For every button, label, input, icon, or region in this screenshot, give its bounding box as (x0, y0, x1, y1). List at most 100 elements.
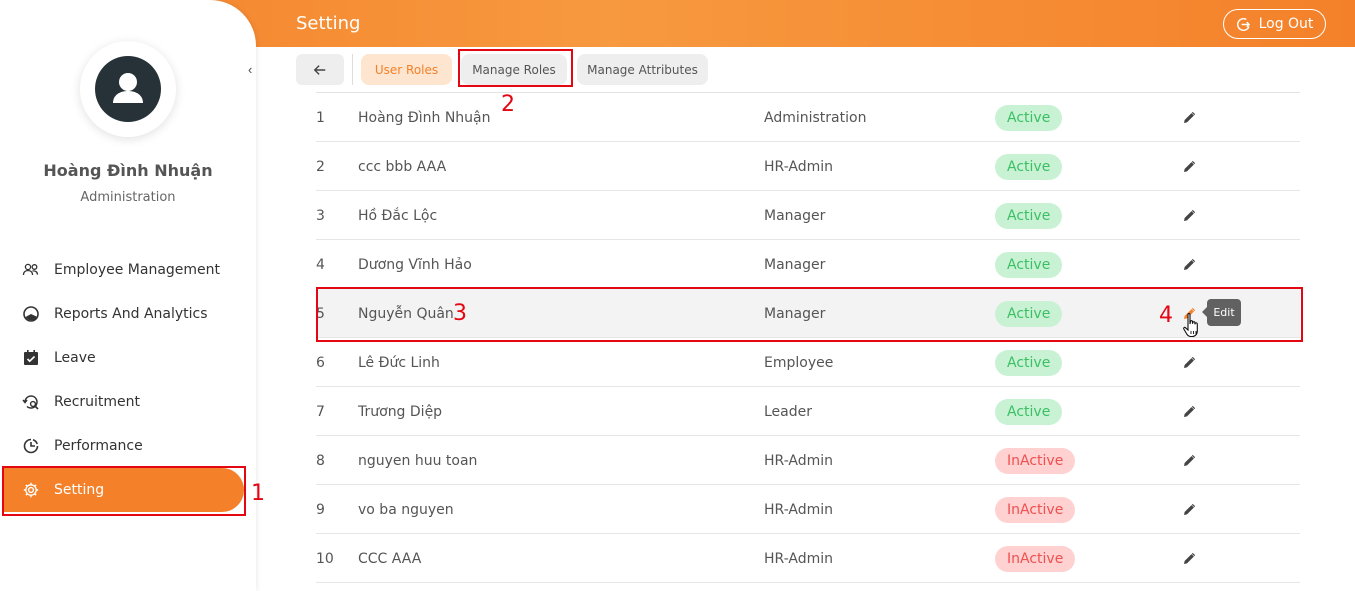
annotation-label-3: 3 (453, 301, 467, 326)
role-cell: Manager (764, 256, 826, 273)
status-badge: Active (995, 202, 1063, 229)
collapse-sidebar-chevron-icon[interactable]: ‹ (248, 62, 252, 77)
edit-button[interactable] (1182, 387, 1196, 436)
edit-tooltip: Edit (1202, 299, 1241, 326)
toolbar-divider (352, 54, 353, 85)
pencil-icon (1184, 454, 1196, 466)
table-row[interactable]: 3 Hồ Đắc Lộc Manager Active (316, 191, 1300, 240)
status-cell: Active (995, 338, 1063, 387)
pencil-icon (1184, 258, 1196, 270)
sidebar-item-performance[interactable]: Performance (8, 424, 244, 468)
table-row[interactable]: 7 Trương Diệp Leader Active (316, 387, 1300, 436)
edit-button[interactable] (1182, 534, 1196, 583)
avatar[interactable] (95, 56, 161, 122)
hand-cursor-icon (1183, 313, 1198, 338)
logout-label: Log Out (1258, 16, 1314, 32)
sidebar-item-label: Performance (54, 438, 143, 454)
row-number: 9 (316, 501, 325, 518)
status-badge: InActive (995, 545, 1076, 572)
table-row[interactable]: 2 ccc bbb AAA HR-Admin Active (316, 142, 1300, 191)
row-number: 10 (316, 550, 334, 567)
status-cell: InActive (995, 436, 1076, 485)
logout-button[interactable]: Log Out (1223, 9, 1326, 39)
table-row[interactable]: 6 Lê Đức Linh Employee Active (316, 338, 1300, 387)
annotation-box-manage-roles (458, 49, 573, 87)
status-cell: Active (995, 191, 1063, 240)
sidebar-item-label: Employee Management (54, 262, 221, 278)
sidebar-item-recruitment[interactable]: Recruitment (8, 380, 244, 424)
row-number: 2 (316, 158, 325, 175)
table-row[interactable]: 8 nguyen huu toan HR-Admin InActive (316, 436, 1300, 485)
role-cell: HR-Admin (764, 452, 834, 469)
status-cell: Active (995, 93, 1063, 142)
status-badge: Active (995, 349, 1063, 376)
user-name-cell: ccc bbb AAA (358, 158, 447, 175)
edit-button[interactable] (1182, 191, 1196, 240)
status-cell: InActive (995, 534, 1076, 583)
edit-button[interactable] (1182, 93, 1196, 142)
pencil-icon (1184, 209, 1196, 221)
status-badge: InActive (995, 496, 1076, 523)
status-cell: Active (995, 142, 1063, 191)
status-badge: Active (995, 398, 1063, 425)
table-row[interactable]: 10 CCC AAA HR-Admin InActive (316, 534, 1300, 583)
calendar-check-icon (22, 349, 40, 367)
status-cell: Active (995, 387, 1063, 436)
table-row[interactable]: 4 Dương Vĩnh Hảo Manager Active (316, 240, 1300, 289)
back-button[interactable] (296, 54, 344, 85)
status-cell: InActive (995, 485, 1076, 534)
role-cell: HR-Admin (764, 158, 834, 175)
sidebar-item-employee-management[interactable]: Employee Management (8, 248, 244, 292)
pencil-icon (1184, 111, 1196, 123)
edit-button[interactable] (1182, 485, 1196, 534)
pencil-icon (1184, 356, 1196, 368)
table-row[interactable]: 1 Hoàng Đình Nhuận Administration Active (316, 93, 1300, 142)
sidebar-item-leave[interactable]: Leave (8, 336, 244, 380)
tab-user-roles[interactable]: User Roles (361, 54, 452, 85)
user-name-cell: vo ba nguyen (358, 501, 454, 518)
arrow-left-icon (313, 64, 326, 75)
role-cell: Manager (764, 207, 826, 224)
logout-icon (1236, 17, 1250, 31)
annotation-label-2: 2 (501, 92, 515, 117)
edit-button[interactable] (1182, 436, 1196, 485)
user-role: Administration (80, 190, 176, 205)
user-name-cell: CCC AAA (358, 550, 422, 567)
annotation-box-setting (2, 466, 246, 516)
user-name: Hoàng Đình Nhuận (43, 161, 213, 180)
role-cell: Administration (764, 109, 867, 126)
edit-button[interactable] (1182, 142, 1196, 191)
sidebar-item-label: Recruitment (54, 394, 141, 410)
role-cell: Leader (764, 403, 813, 420)
status-badge: Active (995, 251, 1063, 278)
role-cell: Employee (764, 354, 834, 371)
page-title: Setting (296, 13, 361, 34)
pencil-icon (1184, 552, 1196, 564)
role-cell: HR-Admin (764, 550, 834, 567)
recruit-icon (22, 393, 40, 411)
row-number: 8 (316, 452, 325, 469)
table-row[interactable]: 9 vo ba nguyen HR-Admin InActive (316, 485, 1300, 534)
sidebar-item-reports[interactable]: Reports And Analytics (8, 292, 244, 336)
row-number: 6 (316, 354, 325, 371)
row-number: 3 (316, 207, 325, 224)
sidebar-item-label: Leave (54, 350, 96, 366)
status-badge: InActive (995, 447, 1076, 474)
user-name-cell: Hồ Đắc Lộc (358, 207, 438, 224)
annotation-label-4: 4 (1159, 303, 1173, 328)
sidebar-item-label: Reports And Analytics (54, 306, 208, 322)
status-badge: Active (995, 153, 1063, 180)
avatar-frame (80, 41, 176, 137)
users-icon (22, 261, 40, 279)
performance-icon (22, 437, 40, 455)
edit-button[interactable] (1182, 338, 1196, 387)
annotation-label-1: 1 (251, 481, 265, 506)
user-name-cell: Hoàng Đình Nhuận (358, 109, 491, 126)
user-name-cell: nguyen huu toan (358, 452, 478, 469)
pencil-icon (1184, 405, 1196, 417)
user-name-cell: Trương Diệp (358, 403, 443, 420)
role-cell: HR-Admin (764, 501, 834, 518)
edit-button[interactable] (1182, 240, 1196, 289)
tab-manage-attributes[interactable]: Manage Attributes (577, 54, 708, 85)
status-badge: Active (995, 104, 1063, 131)
